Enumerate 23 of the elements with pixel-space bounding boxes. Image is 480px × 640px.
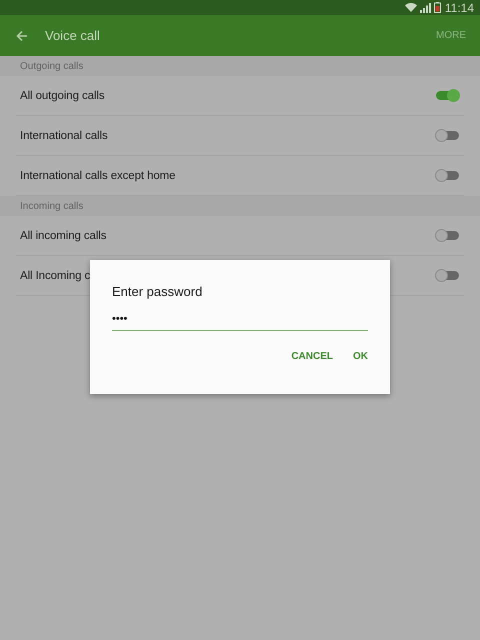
toggle-switch[interactable] (436, 131, 459, 140)
setting-label: All Incoming c (20, 270, 90, 282)
wifi-icon (404, 2, 417, 13)
setting-label: All outgoing calls (20, 90, 105, 102)
setting-label: All incoming calls (20, 230, 106, 242)
more-button[interactable]: MORE (436, 30, 466, 41)
dialog-title: Enter password (112, 284, 204, 299)
password-field[interactable]: •••• (112, 313, 368, 331)
dialog-button[interactable]: CANCEL (291, 351, 333, 362)
section-header: Outgoing calls (0, 56, 480, 76)
dialog-button[interactable]: OK (353, 351, 368, 362)
battery-icon (434, 2, 441, 13)
screen-title: Voice call (45, 28, 101, 43)
toggle-switch[interactable] (436, 271, 459, 280)
setting-label: International calls (20, 130, 108, 142)
toggle-switch[interactable] (436, 231, 459, 240)
signal-icon (420, 2, 431, 12)
setting-label: International calls except home (20, 170, 176, 182)
back-button[interactable] (16, 30, 28, 42)
toggle-switch[interactable] (436, 91, 459, 100)
section-header: Incoming calls (0, 196, 480, 216)
clock-time: 11:14 (444, 0, 474, 14)
toggle-switch[interactable] (436, 171, 459, 180)
